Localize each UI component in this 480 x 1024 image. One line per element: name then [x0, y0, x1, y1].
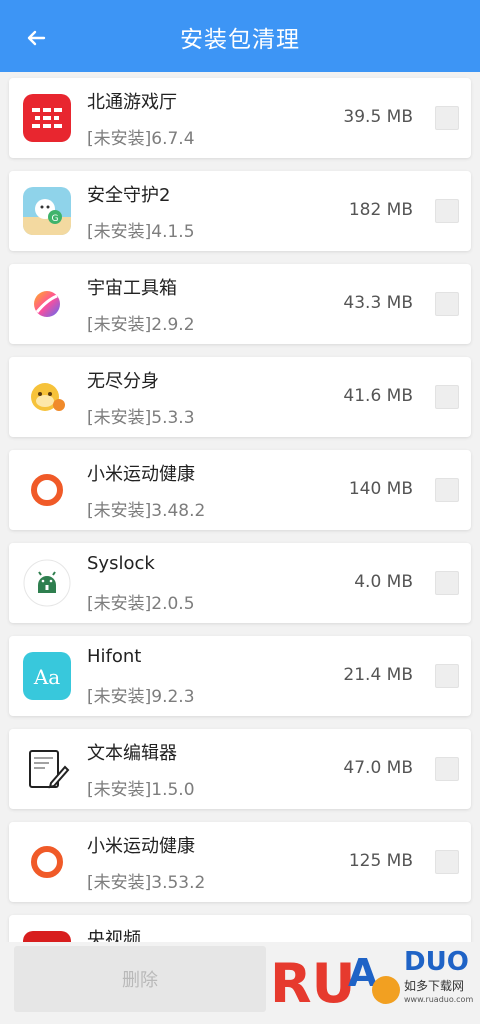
- app-size: 4.0 MB: [354, 572, 413, 592]
- app-size: 125 MB: [348, 851, 413, 871]
- app-status: [未安装]3.48.2: [87, 501, 206, 521]
- app-name: 小米运动健康: [87, 464, 195, 485]
- svg-text:www.ruaduo.com: www.ruaduo.com: [404, 995, 473, 1004]
- app-status: [未安装]3.53.2: [87, 873, 206, 893]
- package-card[interactable]: Syslock [未安装]2.0.5 4.0 MB: [9, 543, 471, 623]
- select-checkbox[interactable]: [435, 664, 459, 688]
- select-checkbox[interactable]: [435, 571, 459, 595]
- app-name: 无尽分身: [87, 371, 159, 392]
- app-name: 宇宙工具箱: [87, 278, 177, 299]
- app-status: [未安装]4.1.5: [87, 222, 195, 242]
- package-card[interactable]: 北通游戏厅 [未安装]6.7.4 39.5 MB: [9, 78, 471, 158]
- app-size: 21.4 MB: [343, 665, 413, 685]
- select-checkbox[interactable]: [435, 199, 459, 223]
- select-checkbox[interactable]: [435, 385, 459, 409]
- app-name: 小米运动健康: [87, 836, 195, 857]
- app-size: 47.0 MB: [343, 758, 413, 778]
- svg-text:RU: RU: [270, 952, 355, 1015]
- app-name: Syslock: [87, 553, 155, 574]
- select-checkbox[interactable]: [435, 106, 459, 130]
- package-card[interactable]: 无尽分身 [未安装]5.3.3 41.6 MB: [9, 357, 471, 437]
- ruaduo-logo-icon: RU A DUO 如多下载网 www.ruaduo.com: [268, 940, 480, 1020]
- orange-ring-icon: [23, 466, 71, 514]
- select-checkbox[interactable]: [435, 292, 459, 316]
- android-lock-icon: [23, 559, 71, 607]
- app-status: [未安装]2.0.5: [87, 594, 195, 614]
- app-size: 182 MB: [348, 200, 413, 220]
- package-card[interactable]: 文本编辑器 [未安装]1.5.0 47.0 MB: [9, 729, 471, 809]
- notepad-pen-icon: [23, 745, 71, 793]
- package-card[interactable]: 央视频: [9, 915, 471, 942]
- app-status: [未安装]5.3.3: [87, 408, 195, 428]
- select-checkbox[interactable]: [435, 757, 459, 781]
- app-status: [未安装]6.7.4: [87, 129, 195, 149]
- package-card[interactable]: 小米运动健康 [未安装]3.48.2 140 MB: [9, 450, 471, 530]
- beach-character-icon: G: [23, 187, 71, 235]
- app-header: 安装包清理: [0, 0, 480, 72]
- app-status: [未安装]2.9.2: [87, 315, 195, 335]
- svg-text:G: G: [52, 214, 59, 224]
- betop-logo-icon: [23, 94, 71, 142]
- package-list: 北通游戏厅 [未安装]6.7.4 39.5 MB G 安全守护2 [未安装]4.…: [0, 72, 480, 942]
- package-card[interactable]: 小米运动健康 [未安装]3.53.2 125 MB: [9, 822, 471, 902]
- package-card[interactable]: G 安全守护2 [未安装]4.1.5 182 MB: [9, 171, 471, 251]
- app-name: 安全守护2: [87, 185, 171, 206]
- select-checkbox[interactable]: [435, 478, 459, 502]
- yellow-monkey-icon: [23, 373, 71, 421]
- app-size: 39.5 MB: [343, 107, 413, 127]
- app-status: [未安装]1.5.0: [87, 780, 195, 800]
- app-name: Hifont: [87, 646, 142, 667]
- app-size: 140 MB: [348, 479, 413, 499]
- app-size: 41.6 MB: [343, 386, 413, 406]
- app-size: 43.3 MB: [343, 293, 413, 313]
- svg-text:如多下载网: 如多下载网: [404, 978, 464, 993]
- page-title: 安装包清理: [180, 27, 300, 53]
- font-aa-icon: Aa: [23, 652, 71, 700]
- svg-text:DUO: DUO: [404, 947, 469, 977]
- package-card[interactable]: Aa Hifont [未安装]9.2.3 21.4 MB: [9, 636, 471, 716]
- app-name: 文本编辑器: [87, 743, 177, 764]
- app-name: 北通游戏厅: [87, 92, 177, 113]
- orange-ring-icon: [23, 838, 71, 886]
- delete-button[interactable]: 删除: [14, 946, 266, 1012]
- cctv-video-icon: [23, 931, 71, 942]
- package-card[interactable]: 宇宙工具箱 [未安装]2.9.2 43.3 MB: [9, 264, 471, 344]
- app-status: [未安装]9.2.3: [87, 687, 195, 707]
- app-name: 央视频: [87, 929, 141, 942]
- select-checkbox[interactable]: [435, 850, 459, 874]
- gradient-planet-icon: [23, 280, 71, 328]
- svg-text:Aa: Aa: [33, 665, 60, 689]
